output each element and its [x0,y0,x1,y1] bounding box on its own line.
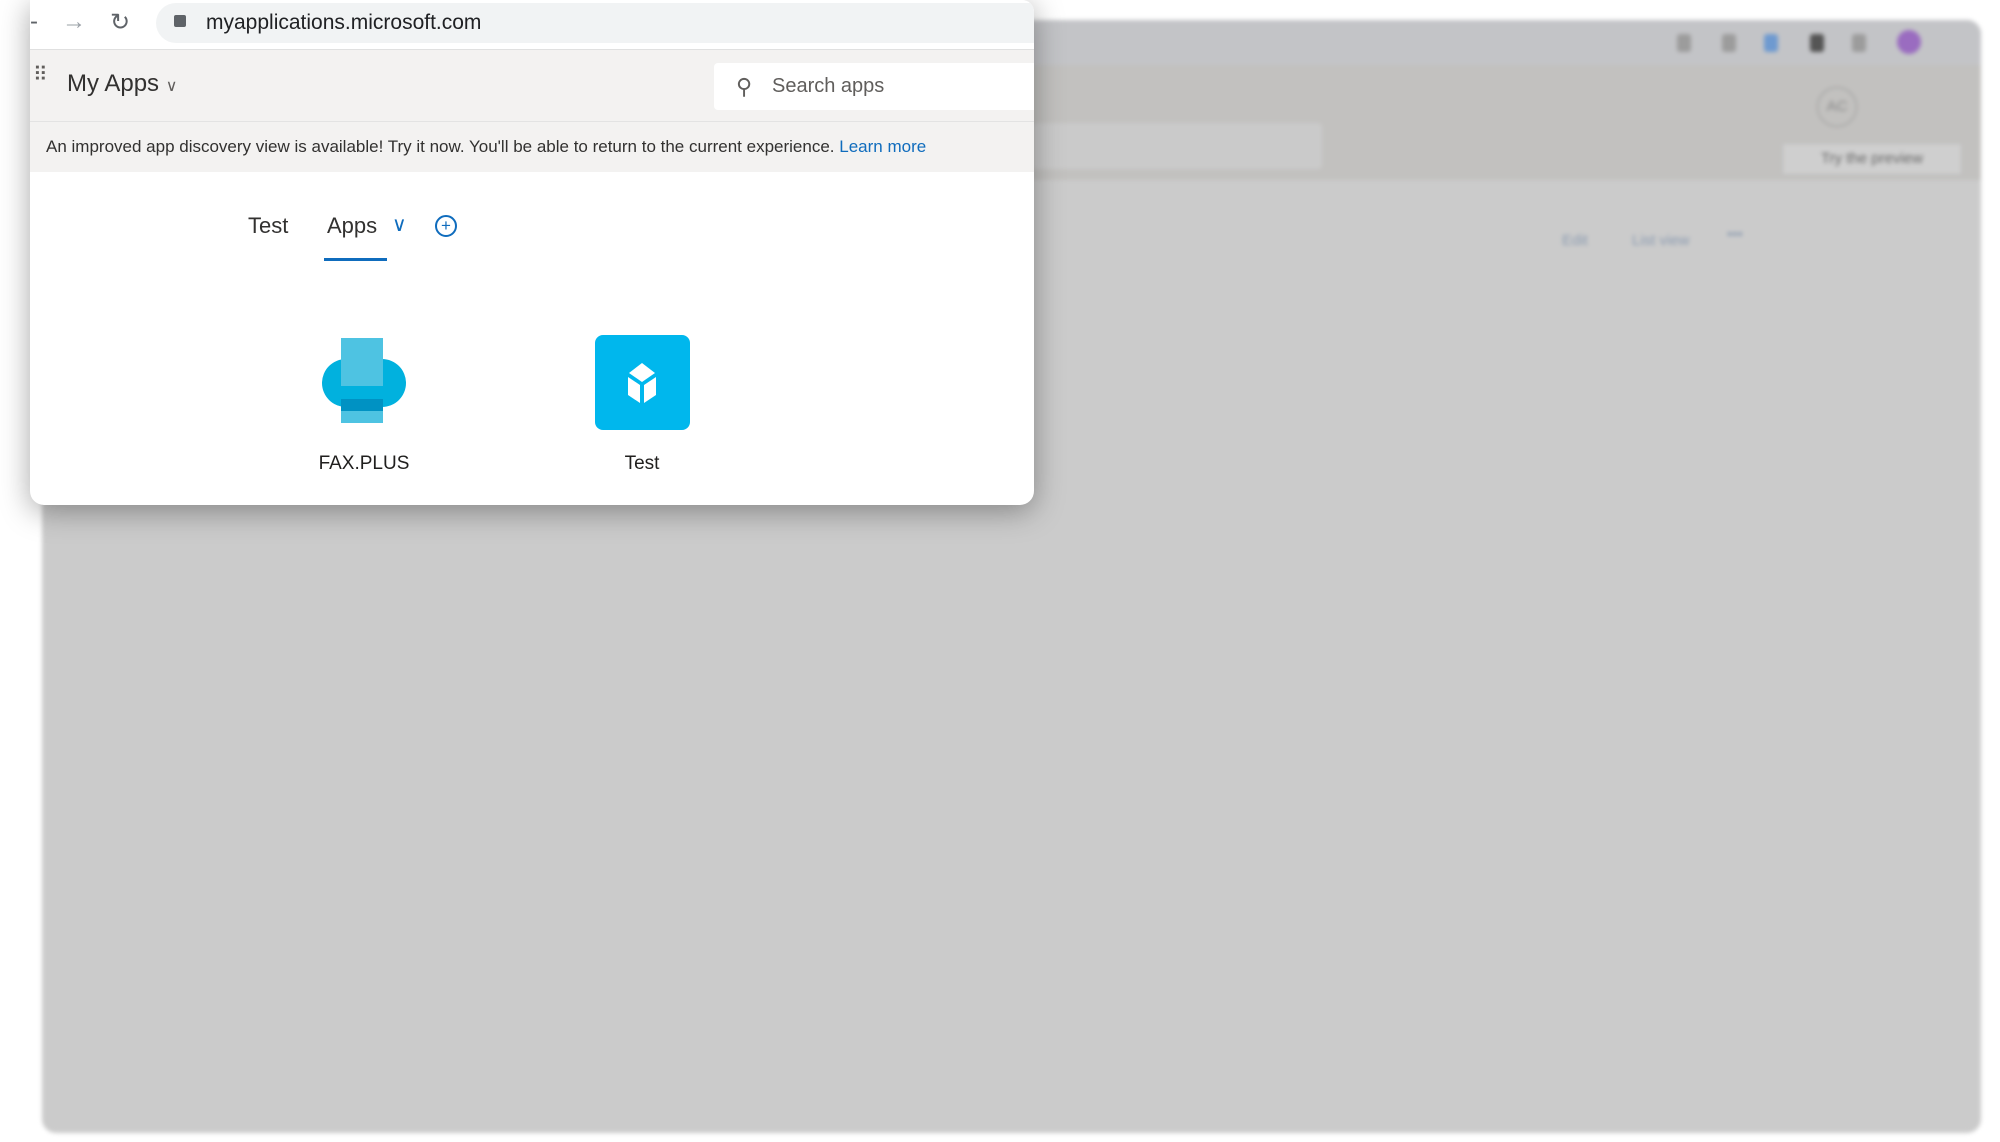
cube-icon [594,335,690,430]
puzzle-icon [1810,34,1824,52]
preview-banner: An improved app discovery view is availa… [30,122,1034,172]
user-avatar: AC [1817,87,1857,127]
browser-toolbar: - → ↻ myapplications.microsoft.com [30,0,1034,50]
background-search [1032,123,1322,169]
lock-icon [174,15,186,27]
edit-button: Edit [1562,232,1588,249]
profile-avatar [1897,30,1921,54]
url-text: myapplications.microsoft.com [206,11,482,34]
learn-more-link[interactable]: Learn more [839,137,926,156]
banner-text: An improved app discovery view is availa… [46,137,835,156]
extension-icon [1764,34,1778,52]
forward-icon[interactable]: → [62,8,86,36]
my-apps-window: - → ↻ myapplications.microsoft.com ⠿ My … [30,0,1034,505]
try-preview-button: Try the preview [1782,143,1962,175]
app-tile-fax-plus[interactable]: FAX.PLUS [284,335,444,475]
tab-apps[interactable]: Apps [327,213,377,239]
app-launcher-icon[interactable]: ⠿ [33,65,48,85]
reload-icon[interactable]: ↻ [110,8,130,37]
fax-plus-logo [322,338,406,423]
chevron-down-icon[interactable]: ∨ [392,212,407,237]
app-name: Test [624,453,660,474]
active-tab-indicator [324,258,387,261]
search-icon: ⚲ [736,74,753,99]
chevron-down-icon: ∨ [165,78,178,95]
search-input[interactable]: ⚲ Search apps [714,63,1034,110]
app-name: FAX.PLUS [318,453,410,474]
more-icon: ••• [1727,226,1743,243]
page-title[interactable]: My Apps ∨ [67,70,177,98]
title-text: My Apps [67,70,160,97]
list-view-button: List view [1632,232,1690,249]
back-icon[interactable]: - [30,8,38,36]
tab-test[interactable]: Test [248,213,288,239]
app-header: ⠿ My Apps ∨ ⚲ Search apps [30,50,1034,122]
app-tile-test[interactable]: Test [562,335,722,475]
sidebar-icon [1852,34,1866,52]
add-collection-icon[interactable]: + [435,215,457,237]
search-placeholder: Search apps [772,75,885,97]
extension-icon [1677,34,1691,52]
address-bar[interactable]: myapplications.microsoft.com [156,3,1034,43]
extension-icon [1722,34,1736,52]
